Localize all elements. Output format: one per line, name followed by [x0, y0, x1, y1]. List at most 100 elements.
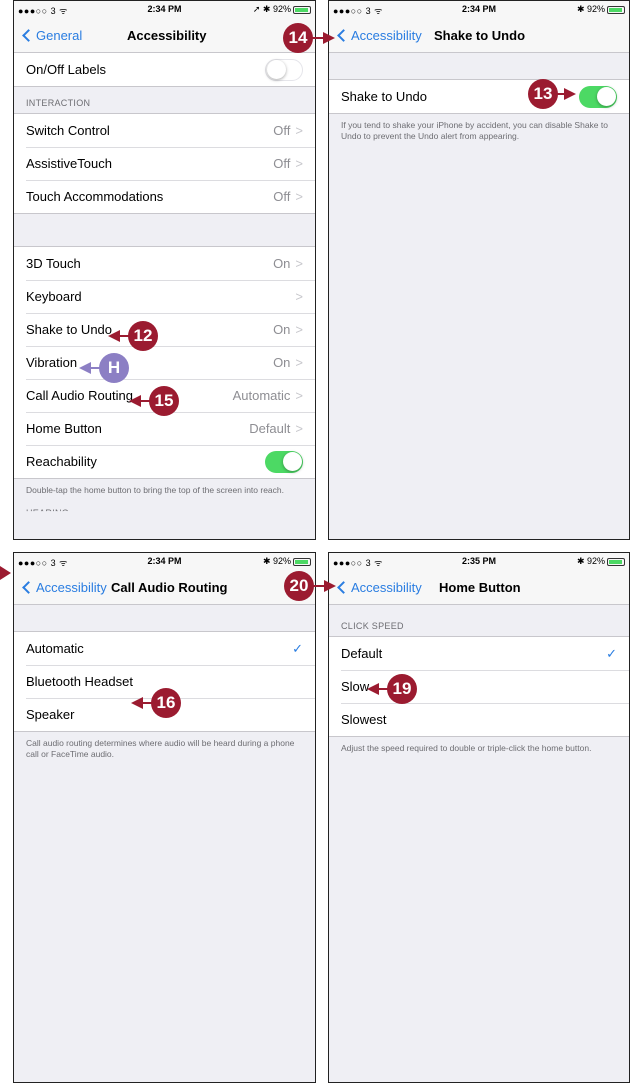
section-header-interaction: INTERACTION	[26, 98, 91, 108]
row-value: Off	[273, 123, 291, 138]
callout-H: H	[79, 353, 129, 383]
row-label: AssistiveTouch	[26, 156, 112, 171]
call-audio-routing-screen: ●●●○○ 3 ᯤ 2:34 PM ✱ 92% Accessibility Ca…	[13, 552, 316, 1083]
callout-badge: 12	[128, 321, 158, 351]
row-label: Slowest	[341, 712, 387, 727]
section-header-click-speed: CLICK SPEED	[341, 621, 404, 631]
reachability-toggle[interactable]	[265, 450, 303, 473]
row-label: Default	[341, 646, 383, 661]
vibration-row[interactable]: Vibration On >	[14, 346, 315, 379]
row-value: Default	[249, 421, 291, 436]
row-value: Automatic	[232, 388, 291, 403]
callout-badge: 19	[387, 674, 417, 704]
checkmark-icon: ✓	[292, 640, 303, 656]
callout-badge: H	[99, 353, 129, 383]
callout-arrow-icon	[108, 330, 120, 342]
battery-label: ✱ 92%	[576, 556, 605, 566]
option-default[interactable]: Default ✓	[329, 637, 629, 670]
reachability-footer: Double-tap the home button to bring the …	[26, 485, 285, 495]
shake-to-undo-row[interactable]: Shake to Undo On >	[14, 313, 315, 346]
back-button[interactable]: General	[18, 28, 82, 43]
reachability-row[interactable]: Reachability	[14, 445, 315, 478]
on-off-labels-toggle[interactable]	[265, 58, 303, 81]
on-off-labels-row[interactable]: On/Off Labels	[14, 53, 315, 86]
3d-touch-row[interactable]: 3D Touch On >	[14, 247, 315, 280]
chevron-right-icon: >	[295, 388, 303, 403]
shake-to-undo-toggle[interactable]	[579, 85, 617, 108]
row-value: Off	[273, 156, 291, 171]
callout-16: 16	[131, 688, 181, 718]
callout-14: 14	[283, 23, 335, 53]
row-label: Keyboard	[26, 289, 82, 304]
nav-bar: Accessibility Home Button	[329, 571, 629, 605]
battery-label: ✱ 92%	[262, 556, 291, 566]
battery-label: ✱ 92%	[576, 4, 605, 14]
status-right: ✱ 92%	[263, 556, 311, 567]
row-value: On	[273, 355, 291, 370]
chevron-right-icon: >	[295, 256, 303, 271]
row-value: On	[273, 322, 291, 337]
back-button[interactable]: Accessibility	[333, 580, 422, 595]
back-label: General	[36, 28, 83, 43]
chevron-left-icon	[337, 581, 350, 594]
back-label: Accessibility	[351, 580, 422, 595]
home-button-row[interactable]: Home Button Default >	[14, 412, 315, 445]
callout-badge: 15	[149, 386, 179, 416]
battery-icon	[293, 557, 311, 566]
option-slowest[interactable]: Slowest	[329, 703, 629, 736]
row-label: Vibration	[26, 355, 78, 370]
row-value: On	[273, 256, 291, 271]
status-bar: ●●●○○ 3 ᯤ 2:34 PM ✱ 92%	[329, 1, 629, 19]
keyboard-row[interactable]: Keyboard >	[14, 280, 315, 313]
back-label: Accessibility	[36, 580, 107, 595]
callout-line	[312, 585, 324, 587]
callout-arrow-icon	[79, 362, 91, 374]
option-automatic[interactable]: Automatic ✓	[14, 632, 315, 665]
callout-line	[311, 37, 323, 39]
shake-footer: If you tend to shake your iPhone by acci…	[341, 120, 608, 141]
page-title: Home Button	[439, 580, 521, 595]
shake-group: Shake to Undo	[329, 79, 629, 114]
section-header-hearing: HEARING	[26, 507, 70, 518]
row-label: Touch Accommodations	[26, 189, 164, 204]
chevron-right-icon: >	[295, 289, 303, 304]
back-button[interactable]: Accessibility	[18, 580, 107, 595]
assistivetouch-row[interactable]: AssistiveTouch Off >	[14, 147, 315, 180]
callout-arrow-icon	[564, 88, 576, 100]
page-title: Call Audio Routing	[111, 580, 228, 595]
row-label: On/Off Labels	[26, 62, 106, 77]
callout-15: 15	[129, 386, 179, 416]
chevron-right-icon: >	[295, 421, 303, 436]
shake-to-undo-screen: ●●●○○ 3 ᯤ 2:34 PM ✱ 92% Accessibility Sh…	[328, 0, 630, 540]
callout-badge: 13	[528, 79, 558, 109]
callout-arrow-icon	[367, 683, 379, 695]
page-title: Shake to Undo	[434, 28, 526, 43]
status-right: ➚ ✱ 92%	[253, 4, 311, 15]
home-button-screen: ●●●○○ 3 ᯤ 2:35 PM ✱ 92% Accessibility Ho…	[328, 552, 630, 1083]
switch-control-row[interactable]: Switch Control Off >	[14, 114, 315, 147]
toggle-knob	[597, 86, 616, 106]
battery-icon	[607, 5, 625, 14]
row-label: 3D Touch	[26, 256, 81, 271]
touch-accommodations-row[interactable]: Touch Accommodations Off >	[14, 180, 315, 213]
battery-icon	[293, 5, 311, 14]
chevron-left-icon	[22, 29, 35, 42]
callout-line	[556, 93, 564, 95]
back-button[interactable]: Accessibility	[333, 28, 422, 43]
row-label: Reachability	[26, 454, 97, 469]
click-speed-footer: Adjust the speed required to double or t…	[341, 743, 592, 753]
shake-to-undo-row[interactable]: Shake to Undo	[329, 80, 629, 113]
chevron-right-icon: >	[295, 355, 303, 370]
labels-group: On/Off Labels	[14, 53, 315, 87]
callout-12: 12	[108, 321, 158, 351]
chevron-right-icon: >	[295, 156, 303, 171]
callout-badge: 16	[151, 688, 181, 718]
accessibility-screen: ●●●○○ 3 ᯤ 2:34 PM ➚ ✱ 92% General Access…	[13, 0, 316, 540]
row-label: Home Button	[26, 421, 102, 436]
back-label: Accessibility	[351, 28, 422, 43]
chevron-left-icon	[337, 29, 350, 42]
row-value: Off	[273, 189, 291, 204]
chevron-right-icon: >	[295, 123, 303, 138]
